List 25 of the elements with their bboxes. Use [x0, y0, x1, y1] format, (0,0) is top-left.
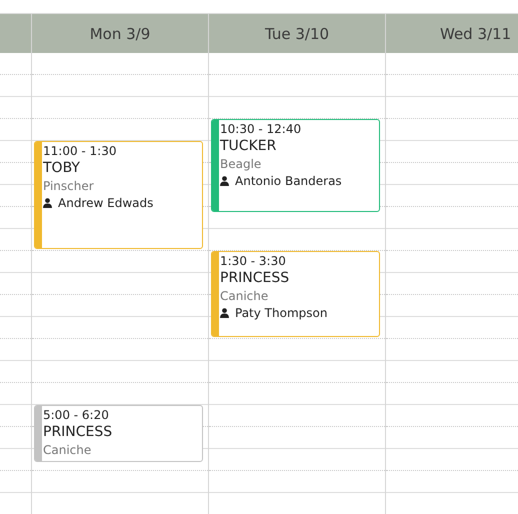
appointment-time: 11:00 - 1:30: [43, 143, 118, 159]
person-icon: [220, 176, 229, 186]
appointment-card[interactable]: 1:30 - 3:30 PRINCESS Caniche Paty Thompson: [211, 251, 380, 337]
pet-breed: Caniche: [43, 442, 92, 459]
appointment-card[interactable]: 11:00 - 1:30 TOBY Pinscher Andrew Edwads: [34, 141, 203, 249]
day-header: Mon 3/9: [90, 24, 150, 42]
pet-name: PRINCESS: [43, 423, 112, 441]
pet-name: TUCKER: [220, 137, 278, 155]
appointment-time: 1:30 - 3:30: [220, 253, 287, 269]
pet-breed: Beagle: [220, 156, 262, 173]
day-header: Wed 3/11: [440, 24, 512, 42]
appointment-time: 10:30 - 12:40: [220, 121, 302, 137]
pet-name: PRINCESS: [220, 269, 290, 287]
pet-name: TOBY: [43, 159, 81, 177]
day-header: Tue 3/10: [264, 24, 330, 42]
pet-breed: Pinscher: [43, 178, 95, 195]
pet-breed: Caniche: [220, 288, 270, 305]
appointment-card[interactable]: 5:00 - 6:20 PRINCESS Caniche: [34, 405, 203, 462]
person-icon: [43, 198, 52, 208]
owner-name: Antonio Banderas: [235, 173, 342, 189]
owner-name: Andrew Edwads: [58, 195, 154, 211]
appointment-time: 5:00 - 6:20: [43, 407, 110, 423]
owner-name: Paty Thompson: [235, 305, 328, 321]
appointment-card[interactable]: 10:30 - 12:40 TUCKER Beagle Antonio Banderas: [211, 119, 380, 212]
person-icon: [220, 308, 229, 318]
